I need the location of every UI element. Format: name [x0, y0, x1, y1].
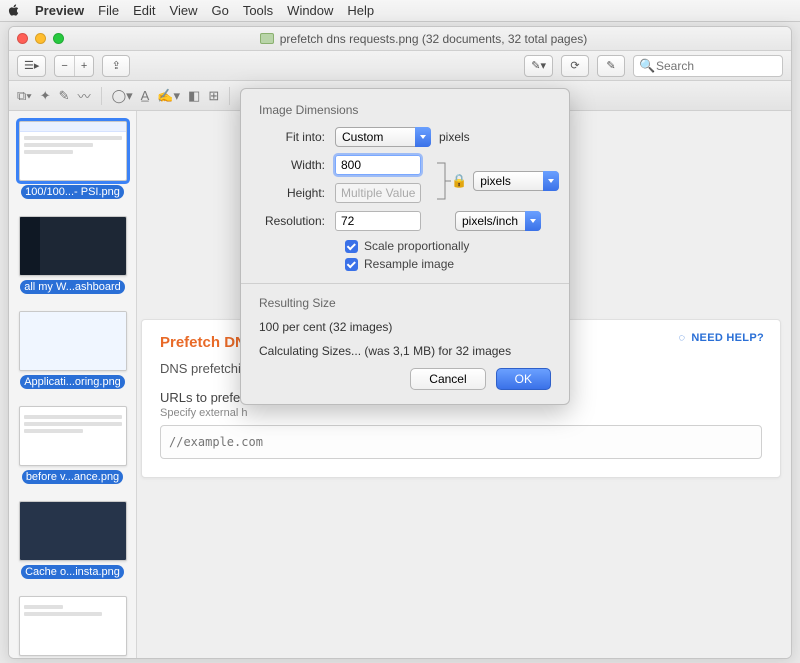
resample-image-label: Resample image [364, 257, 454, 271]
close-window-button[interactable] [17, 33, 28, 44]
lock-icon[interactable]: 🔒 [451, 173, 467, 189]
main-toolbar: ☰▸ − + ⇪ ✎▾ ⟳ ✎ 🔍 [9, 51, 791, 81]
width-input[interactable] [335, 155, 421, 175]
search-field-wrap: 🔍 [633, 55, 783, 77]
resulting-size-heading: Resulting Size [259, 296, 551, 310]
thumbnail-item[interactable] [19, 596, 126, 656]
zoom-buttons: − + [54, 55, 94, 77]
document-proxy-icon[interactable] [260, 33, 274, 44]
rotate-button[interactable]: ⟳ [561, 55, 589, 77]
thumbnail-item[interactable]: Cache o...insta.png [19, 501, 126, 582]
thumbnail-item[interactable]: before v...ance.png [19, 406, 126, 487]
resolution-input[interactable] [335, 211, 421, 231]
thumbnail-sidebar[interactable]: 100/100...- PSI.png all my W...ashboard … [9, 111, 137, 658]
cancel-button[interactable]: Cancel [410, 368, 485, 390]
app-name[interactable]: Preview [35, 3, 84, 18]
search-input[interactable] [633, 55, 783, 77]
doc-field-desc: Specify external h [160, 407, 762, 419]
window-title: prefetch dns requests.png (32 documents,… [64, 32, 783, 46]
sign-icon[interactable]: ✍▾ [157, 88, 180, 104]
window-titlebar[interactable]: prefetch dns requests.png (32 documents,… [9, 27, 791, 51]
ok-button[interactable]: OK [496, 368, 551, 390]
zoom-window-button[interactable] [53, 33, 64, 44]
search-icon: 🔍 [639, 58, 655, 74]
thumbnail-item[interactable]: Applicati...oring.png [19, 311, 126, 392]
urls-textarea[interactable] [160, 425, 762, 459]
traffic-lights [17, 33, 64, 44]
minimize-window-button[interactable] [35, 33, 46, 44]
height-label: Height: [259, 186, 335, 200]
mac-menubar: Preview File Edit View Go Tools Window H… [0, 0, 800, 22]
sidebar-view-icon: ☰▸ [18, 56, 45, 76]
markup-toggle-button[interactable]: ✎ [597, 55, 625, 77]
resolution-label: Resolution: [259, 214, 335, 228]
resulting-size-percent: 100 per cent (32 images) [259, 320, 551, 334]
adjust-size-icon[interactable]: ⊞ [208, 88, 219, 104]
thumbnail-label: before v...ance.png [22, 470, 123, 484]
thumbnail-label: Cache o...insta.png [21, 565, 124, 579]
adjust-size-dialog: Image Dimensions Fit into: Custom pixels… [240, 88, 570, 405]
thumbnail-item[interactable]: 100/100...- PSI.png [19, 121, 126, 202]
instant-alpha-icon[interactable]: ✦ [40, 88, 51, 104]
window-title-text: prefetch dns requests.png (32 documents,… [280, 32, 588, 46]
share-button[interactable]: ⇪ [102, 55, 130, 77]
menu-view[interactable]: View [170, 3, 198, 18]
view-mode-button[interactable]: ☰▸ [17, 55, 46, 77]
menu-help[interactable]: Help [347, 3, 374, 18]
thumbnail-label: 100/100...- PSI.png [21, 185, 124, 199]
resolution-unit-select[interactable]: pixels/inch [455, 211, 541, 231]
height-input[interactable] [335, 183, 421, 203]
thumbnail-item[interactable]: all my W...ashboard [19, 216, 126, 297]
zoom-out-button[interactable]: − [55, 56, 73, 76]
fit-into-label: Fit into: [259, 130, 335, 144]
thumbnail-label: Applicati...oring.png [20, 375, 125, 389]
scale-proportionally-label: Scale proportionally [364, 239, 469, 253]
selection-tool-icon[interactable]: ⧉▾ [17, 88, 32, 104]
fit-into-select[interactable]: Custom [335, 127, 431, 147]
resulting-size-status: Calculating Sizes... (was 3,1 MB) for 32… [259, 344, 551, 358]
wh-unit-select[interactable]: pixels [473, 171, 559, 191]
apple-menu-icon[interactable] [8, 4, 21, 17]
menu-file[interactable]: File [98, 3, 119, 18]
menu-go[interactable]: Go [211, 3, 228, 18]
draw-icon[interactable]: 〰 [78, 86, 91, 105]
thumbnail-label: all my W...ashboard [20, 280, 125, 294]
adjust-color-icon[interactable]: ◧ [188, 88, 200, 104]
need-help-link[interactable]: ◌ NEED HELP? [678, 332, 764, 344]
zoom-in-button[interactable]: + [74, 56, 93, 76]
menu-tools[interactable]: Tools [243, 3, 273, 18]
scale-proportionally-checkbox[interactable] [345, 240, 358, 253]
width-label: Width: [259, 158, 335, 172]
shapes-icon[interactable]: ◯▾ [112, 88, 133, 104]
help-icon: ◌ [678, 332, 685, 344]
menu-edit[interactable]: Edit [133, 3, 155, 18]
highlight-button[interactable]: ✎▾ [524, 55, 553, 77]
sketch-icon[interactable]: ✎ [59, 88, 70, 104]
menu-window[interactable]: Window [287, 3, 333, 18]
text-tool-icon[interactable]: A̲ [141, 88, 150, 103]
fit-into-suffix: pixels [439, 130, 470, 144]
image-dimensions-heading: Image Dimensions [259, 103, 551, 117]
resample-image-checkbox[interactable] [345, 258, 358, 271]
